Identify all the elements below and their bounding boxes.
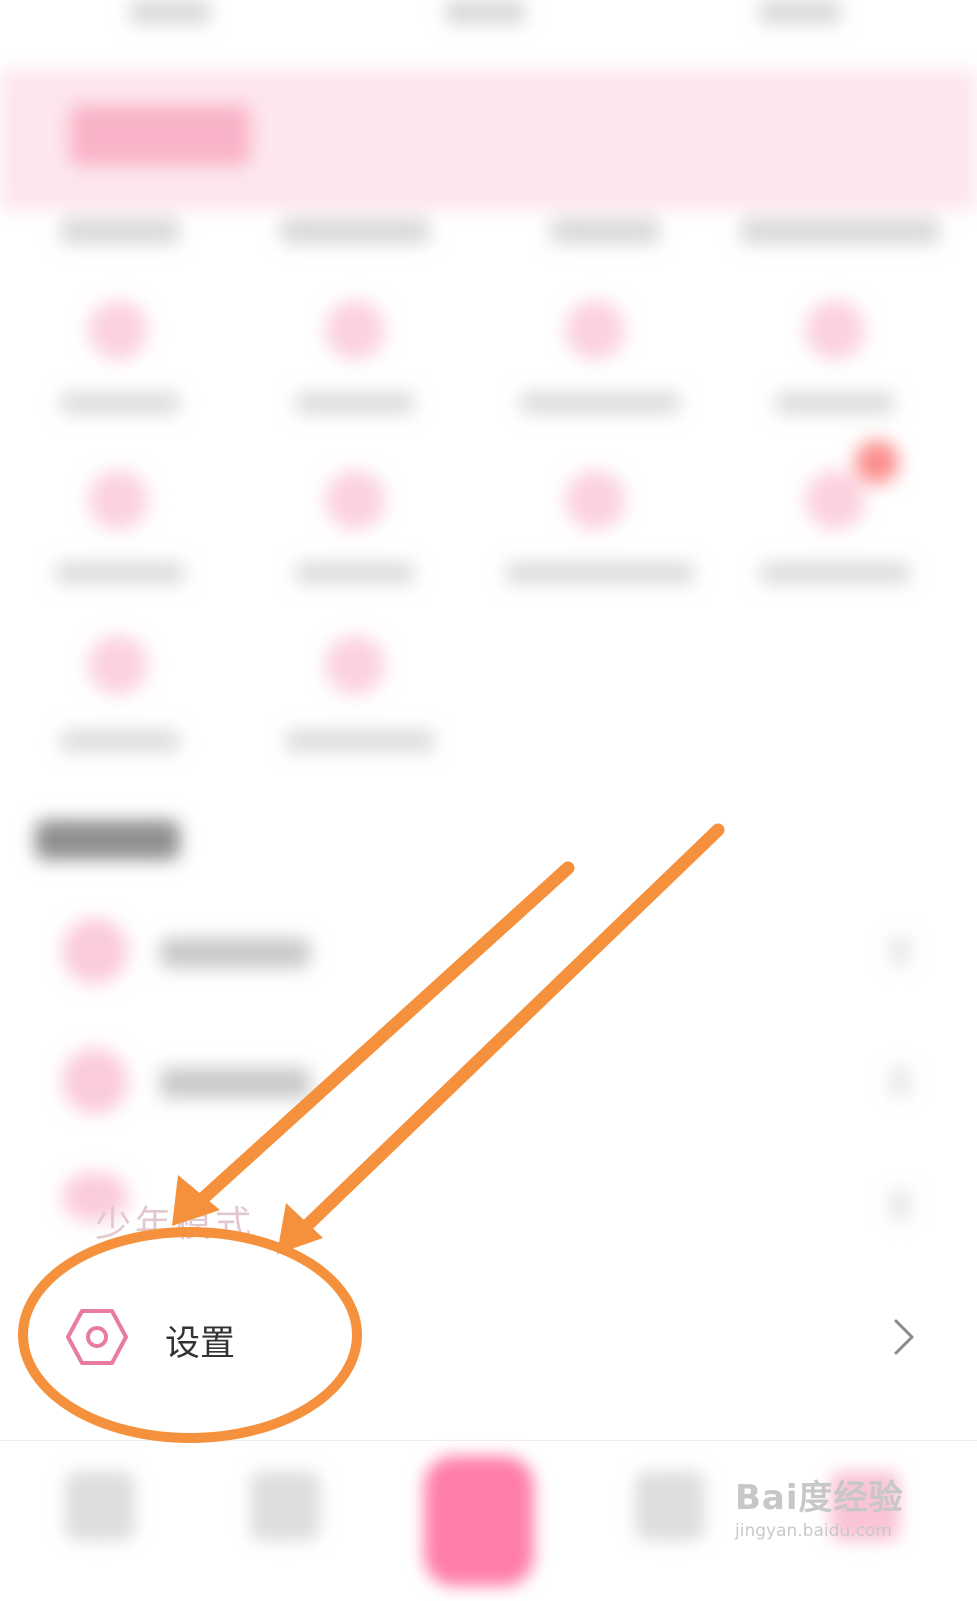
stat-placeholder [740,218,940,244]
grid-label [60,392,180,414]
top-tab-placeholder [760,0,840,24]
chevron-right-icon [894,1319,914,1355]
grid-icon [325,470,385,530]
grid-label [60,730,180,752]
baidu-jingyan-watermark: Bai度经验 jingyan.baidu.com [735,1470,965,1541]
grid-label [505,562,695,584]
grid-label [520,392,680,414]
stat-placeholder [280,218,430,244]
stat-placeholder [550,218,660,244]
list-item-chevron [890,1066,910,1096]
watermark-main: Bai度经验 [735,1478,904,1518]
grid-icon [325,635,385,695]
tab-bar-center-button[interactable] [424,1456,534,1586]
list-item-chevron [890,936,910,966]
settings-row[interactable]: 设置 [0,1283,977,1391]
teen-mode-text: 少年模式 [95,1204,256,1245]
list-item-label [160,1068,310,1098]
list-item-label [160,938,310,968]
grid-icon [88,300,148,360]
notification-dot [855,440,899,484]
watermark-sub: jingyan.baidu.com [735,1521,892,1541]
tab-bar-icon[interactable] [65,1471,135,1541]
list-item-icon [62,918,128,984]
blurred-background [0,0,977,1290]
settings-label: 设置 [165,1324,236,1364]
grid-icon [88,635,148,695]
grid-icon [805,470,865,530]
grid-label [760,562,910,584]
grid-label [55,562,185,584]
grid-icon [565,300,625,360]
grid-label [775,392,895,414]
grid-icon [565,470,625,530]
grid-label [285,730,435,752]
settings-hex-icon [66,1309,128,1365]
tab-bar-icon[interactable] [635,1471,705,1541]
grid-icon [88,470,148,530]
section-heading [35,820,180,860]
grid-icon [805,300,865,360]
grid-label [295,392,415,414]
tab-bar-icon[interactable] [250,1471,320,1541]
grid-icon [325,300,385,360]
list-item-icon [62,1048,128,1114]
list-item-chevron [890,1190,910,1220]
banner-logo [70,105,250,165]
top-tab-placeholder [445,0,525,24]
top-tab-placeholder [130,0,210,24]
stat-placeholder [60,218,180,244]
grid-label [295,562,415,584]
